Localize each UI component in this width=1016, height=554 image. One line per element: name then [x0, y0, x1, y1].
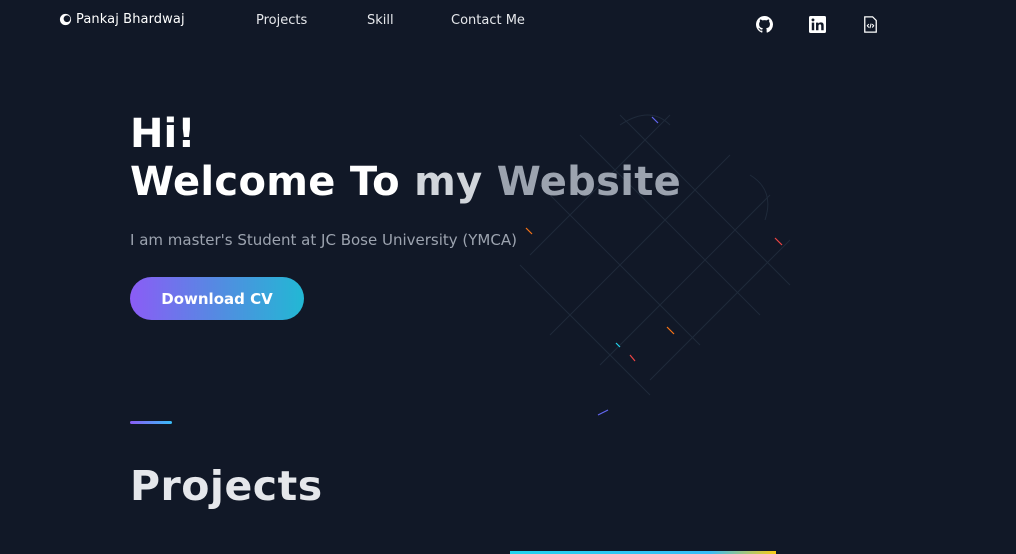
page: Pankaj Bhardwaj Projects Skill Contact M…: [0, 0, 1016, 554]
nav-link-skill[interactable]: Skill: [367, 13, 394, 28]
nav-link-contact-me[interactable]: Contact Me: [451, 13, 525, 28]
brand-logo-icon: [59, 13, 72, 26]
hero-heading-part-2: my: [414, 159, 497, 205]
nav-link-projects[interactable]: Projects: [256, 13, 307, 28]
hero-subtitle: I am master's Student at JC Bose Univers…: [130, 231, 517, 249]
decorative-grid-background: [519, 114, 791, 416]
github-icon[interactable]: [756, 16, 773, 33]
linkedin-icon[interactable]: [809, 16, 826, 33]
brand-name: Pankaj Bhardwaj: [76, 12, 185, 27]
code-file-icon[interactable]: [862, 16, 879, 33]
section-divider: [130, 421, 172, 424]
hero-greeting: Hi!: [130, 111, 196, 157]
download-cv-button[interactable]: Download CV: [130, 277, 304, 320]
projects-section-title: Projects: [130, 462, 323, 510]
hero-heading-part-3: Website: [496, 159, 682, 205]
hero-heading-part-1: Welcome To: [130, 159, 415, 205]
brand-link[interactable]: Pankaj Bhardwaj: [59, 12, 185, 27]
top-navbar: Pankaj Bhardwaj Projects Skill Contact M…: [0, 0, 1016, 44]
hero-heading: Welcome To my Website: [130, 158, 681, 206]
